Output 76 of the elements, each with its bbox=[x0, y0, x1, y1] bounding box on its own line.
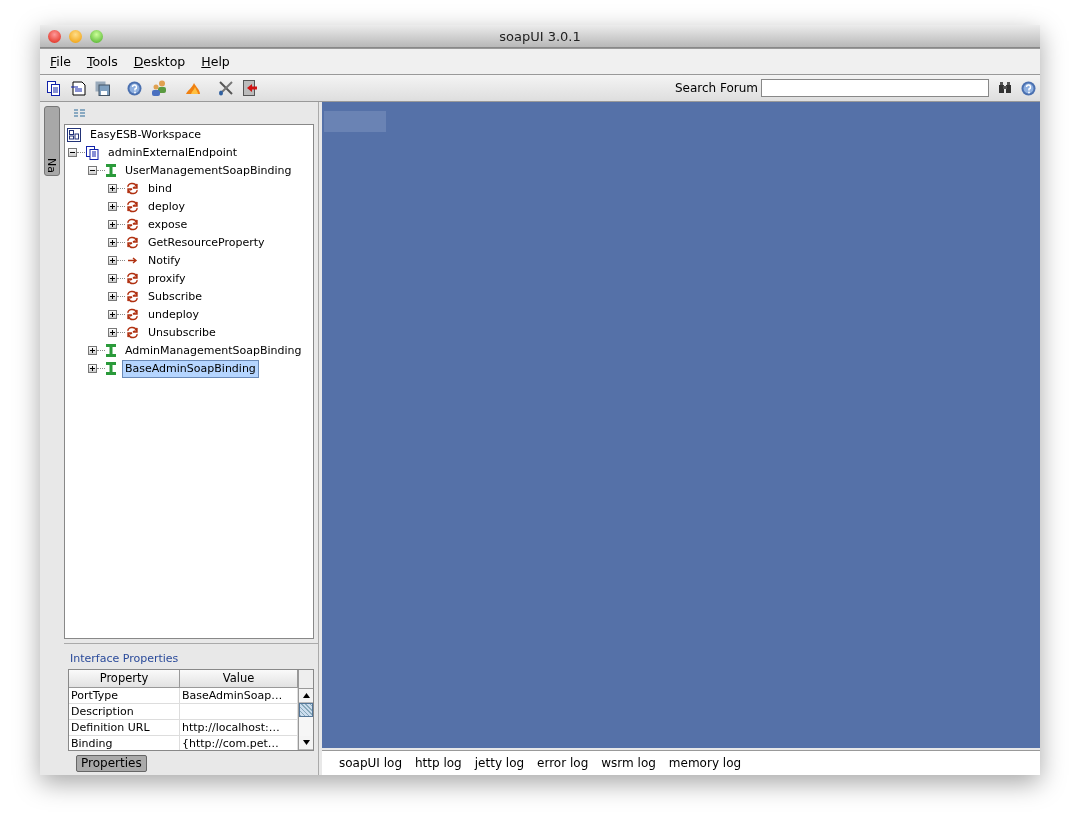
tree-item[interactable]: AdminManagementSoapBinding bbox=[122, 341, 305, 360]
menu-item[interactable]: File bbox=[42, 54, 79, 69]
swap-arrows-icon bbox=[126, 290, 139, 304]
tree-item[interactable]: bind bbox=[145, 179, 175, 198]
tree-item[interactable]: adminExternalEndpoint bbox=[105, 143, 241, 162]
workspace-icon bbox=[67, 127, 81, 142]
documents-icon[interactable] bbox=[47, 80, 61, 96]
search-label: Search Forum bbox=[674, 81, 758, 95]
swap-arrows-icon bbox=[126, 182, 139, 196]
table-cell: Definition URL bbox=[69, 720, 180, 737]
scroll-up-icon[interactable] bbox=[302, 693, 310, 699]
tree-item[interactable]: Unsubscribe bbox=[145, 323, 219, 342]
exit-icon[interactable] bbox=[243, 80, 258, 96]
swap-arrows-icon bbox=[126, 326, 139, 340]
tools-icon[interactable] bbox=[218, 80, 234, 96]
save-icon[interactable] bbox=[95, 80, 110, 96]
help-icon[interactable] bbox=[1021, 80, 1036, 96]
users-icon[interactable] bbox=[151, 80, 168, 96]
tree-item[interactable]: EasyESB-Workspace bbox=[87, 125, 205, 144]
scroll-down-icon[interactable] bbox=[302, 740, 310, 746]
expand-icon[interactable] bbox=[108, 220, 117, 230]
expand-icon[interactable] bbox=[108, 202, 117, 212]
column-header[interactable]: Property bbox=[69, 670, 180, 689]
log-tab[interactable]: error log bbox=[537, 756, 589, 770]
collapse-icon[interactable] bbox=[88, 166, 97, 176]
menu-item[interactable]: Help bbox=[193, 54, 238, 69]
expand-icon[interactable] bbox=[108, 238, 117, 248]
log-tab[interactable]: jetty log bbox=[474, 756, 525, 770]
interface-icon bbox=[106, 362, 116, 376]
menu-item[interactable]: Desktop bbox=[125, 54, 194, 69]
interface-icon bbox=[106, 164, 116, 178]
expand-icon[interactable] bbox=[88, 346, 97, 356]
tree-item[interactable]: BaseAdminSoapBinding bbox=[122, 359, 259, 378]
expand-icon[interactable] bbox=[108, 292, 117, 302]
column-header[interactable]: Value bbox=[180, 670, 298, 689]
tree-item[interactable]: undeploy bbox=[145, 305, 202, 324]
tree-item[interactable]: Subscribe bbox=[145, 287, 206, 306]
log-tab[interactable]: http log bbox=[415, 756, 462, 770]
document-icon[interactable] bbox=[70, 80, 86, 96]
table-cell: Description bbox=[69, 704, 180, 721]
documents-icon bbox=[86, 145, 99, 160]
log-tab[interactable]: soapUI log bbox=[339, 756, 402, 770]
tree-item[interactable]: Notify bbox=[145, 251, 184, 270]
window-title: soapUI 3.0.1 bbox=[499, 28, 581, 44]
swap-arrows-icon bbox=[126, 308, 139, 322]
tree-item[interactable]: deploy bbox=[145, 197, 189, 216]
expand-icon[interactable] bbox=[108, 256, 117, 266]
properties-tab[interactable]: Properties bbox=[76, 754, 147, 772]
swap-arrows-icon bbox=[126, 218, 139, 232]
swap-arrows-icon bbox=[126, 200, 139, 214]
navigator-tab[interactable]: Na bbox=[44, 106, 60, 176]
collapse-icon[interactable] bbox=[68, 148, 77, 158]
scroll-thumb[interactable] bbox=[299, 703, 313, 718]
binoculars-icon[interactable] bbox=[998, 82, 1012, 94]
log-tab[interactable]: memory log bbox=[668, 756, 742, 770]
close-button[interactable] bbox=[48, 29, 61, 43]
expand-icon[interactable] bbox=[108, 184, 117, 194]
expand-icon[interactable] bbox=[108, 328, 117, 338]
expand-icon[interactable] bbox=[108, 310, 117, 320]
tree-item[interactable]: GetResourceProperty bbox=[145, 233, 268, 252]
table-cell: PortType bbox=[69, 688, 180, 705]
menu-item[interactable]: Tools bbox=[78, 54, 126, 69]
swap-arrows-icon bbox=[126, 272, 139, 286]
scrollbar[interactable] bbox=[298, 670, 313, 751]
panel-title: Interface Properties bbox=[70, 652, 180, 666]
tree-item[interactable]: UserManagementSoapBinding bbox=[122, 161, 295, 180]
tree-item[interactable]: proxify bbox=[145, 269, 189, 288]
search-field[interactable] bbox=[761, 79, 989, 97]
table-cell: Binding bbox=[69, 736, 180, 751]
help-icon[interactable] bbox=[127, 80, 142, 96]
interface-icon bbox=[106, 344, 116, 358]
log-tab[interactable]: wsrm log bbox=[601, 756, 656, 770]
expand-icon[interactable] bbox=[108, 274, 117, 284]
expand-icon[interactable] bbox=[88, 364, 97, 374]
tree-item[interactable]: expose bbox=[145, 215, 191, 234]
swap-arrows-icon bbox=[126, 236, 139, 250]
